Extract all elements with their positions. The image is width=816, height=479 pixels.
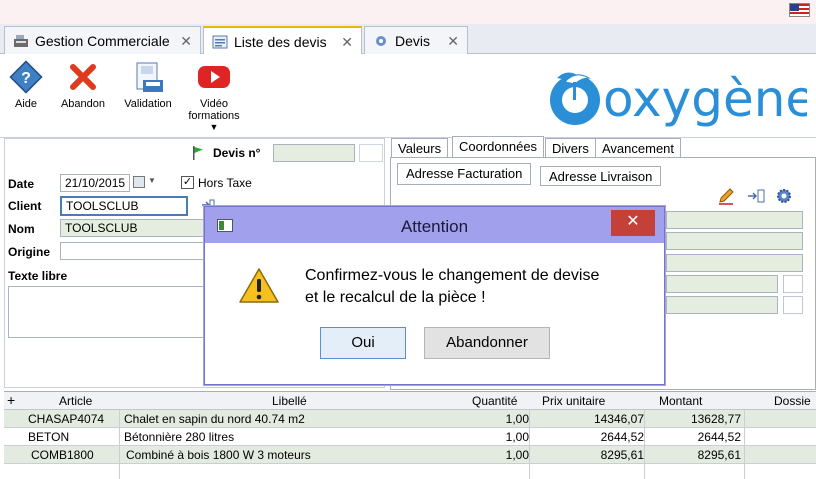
flag-green-icon — [192, 146, 204, 160]
column-dossier[interactable]: Dossie — [774, 394, 811, 408]
list-arrow-icon[interactable] — [747, 189, 765, 203]
gear-document-icon — [373, 34, 389, 48]
origine-field[interactable] — [60, 242, 210, 260]
youtube-play-icon — [197, 60, 231, 94]
oui-button[interactable]: Oui — [320, 327, 406, 359]
tab-label: Liste des devis — [234, 33, 327, 50]
tab-label: Devis — [395, 32, 431, 49]
hors-taxe-label: Hors Taxe — [198, 176, 252, 190]
dialog-title-bar[interactable]: Attention ✕ — [205, 207, 664, 243]
add-row-icon[interactable]: + — [7, 392, 15, 408]
column-montant[interactable]: Montant — [659, 394, 702, 408]
tab-gestion-commerciale[interactable]: Gestion Commerciale ✕ — [4, 26, 201, 54]
validation-button[interactable]: Validation — [122, 60, 174, 110]
devis-number-field[interactable] — [273, 144, 355, 162]
oxygene-logo: oxygène — [545, 64, 816, 134]
origine-label: Origine — [8, 245, 51, 259]
abandonner-button[interactable]: Abandonner — [424, 327, 550, 359]
column-quantite[interactable]: Quantité — [472, 394, 517, 408]
date-label: Date — [8, 177, 35, 191]
client-field[interactable]: TOOLSCLUB — [60, 196, 188, 216]
devis-number-label: Devis n° — [213, 146, 261, 160]
hors-taxe-checkbox[interactable]: ✓ — [181, 176, 194, 189]
save-disk-icon — [131, 60, 165, 94]
cancel-x-icon — [66, 60, 100, 94]
tab-bar: Gestion Commerciale ✕ Liste des devis ✕ … — [0, 24, 816, 55]
grid-header: + Article Libellé Quantité Prix unitaire… — [4, 392, 816, 410]
abandon-button[interactable]: Abandon — [60, 60, 106, 110]
us-flag-icon[interactable] — [789, 3, 810, 17]
warning-icon — [237, 266, 281, 306]
tab-liste-des-devis[interactable]: Liste des devis ✕ — [203, 26, 362, 55]
dialog-message: Confirmez-vous le changement de devise e… — [305, 267, 600, 306]
table-row[interactable]: BETON Bétonnière 280 litres 1,00 2644,52… — [4, 428, 816, 446]
dropdown-arrow-icon[interactable]: ▼ — [148, 176, 156, 185]
column-divider — [644, 410, 645, 479]
column-prix-unitaire[interactable]: Prix unitaire — [542, 394, 605, 408]
texte-libre-label: Texte libre — [8, 269, 68, 283]
pencil-icon[interactable] — [717, 187, 735, 205]
column-article[interactable]: Article — [59, 394, 92, 408]
address-line-2[interactable] — [666, 232, 803, 250]
dropdown-arrow-icon[interactable]: ▼ — [186, 122, 242, 132]
svg-text:oxygène: oxygène — [603, 70, 807, 128]
table-row[interactable]: COMB1800 Combiné à bois 1800 W 3 moteurs… — [4, 446, 816, 464]
devis-extra-field[interactable] — [359, 144, 383, 162]
tab-coordonnees[interactable]: Coordonnées — [452, 136, 545, 158]
table-row[interactable]: CHASAP4074 Chalet en sapin du nord 40.74… — [4, 410, 816, 428]
confirmation-dialog: Attention ✕ Confirmez-vous le changement… — [204, 206, 665, 385]
cash-register-icon — [13, 34, 29, 48]
help-icon: ? — [9, 60, 43, 94]
close-icon[interactable]: ✕ — [180, 33, 192, 50]
column-divider — [744, 410, 745, 479]
column-divider — [119, 410, 120, 479]
dialog-title: Attention — [400, 217, 469, 236]
toolbar: ? Aide Abandon Validation Vidéo formatio… — [0, 54, 816, 138]
tab-label: Gestion Commerciale — [35, 32, 170, 49]
tab-divers[interactable]: Divers — [545, 138, 596, 158]
close-icon[interactable]: ✕ — [341, 34, 353, 51]
client-label: Client — [8, 199, 42, 213]
tab-valeurs[interactable]: Valeurs — [391, 138, 449, 158]
svg-text:?: ? — [21, 70, 31, 87]
close-button[interactable]: ✕ — [611, 210, 655, 236]
texte-libre-field[interactable] — [8, 286, 208, 338]
video-formations-button[interactable]: Vidéo formations ▼ — [186, 60, 242, 132]
calendar-icon[interactable] — [133, 176, 145, 188]
close-icon[interactable]: ✕ — [447, 33, 459, 50]
lookup-icon[interactable] — [783, 275, 803, 293]
aide-button[interactable]: ? Aide — [8, 60, 44, 110]
date-field[interactable]: 21/10/2015 — [60, 174, 130, 192]
address-line-3[interactable] — [666, 254, 803, 272]
tab-adresse-facturation[interactable]: Adresse Facturation — [397, 163, 532, 185]
nom-label: Nom — [8, 222, 35, 236]
lookup-icon[interactable] — [783, 296, 803, 314]
address-line-5[interactable] — [666, 296, 778, 314]
column-libelle[interactable]: Libellé — [272, 394, 307, 408]
tab-adresse-livraison[interactable]: Adresse Livraison — [540, 166, 662, 186]
nom-field[interactable]: TOOLSCLUB — [60, 219, 210, 237]
window-top-strip — [0, 0, 816, 24]
dialog-body: Confirmez-vous le changement de devise e… — [211, 244, 658, 378]
column-divider — [529, 410, 530, 479]
tab-avancement[interactable]: Avancement — [595, 138, 682, 158]
article-grid: + Article Libellé Quantité Prix unitaire… — [4, 391, 816, 479]
list-document-icon — [212, 35, 228, 49]
address-line-1[interactable] — [666, 211, 803, 229]
tab-devis[interactable]: Devis ✕ — [364, 26, 468, 54]
address-line-4[interactable] — [666, 275, 778, 293]
palm-tree-icon — [550, 72, 600, 125]
gear-icon[interactable] — [776, 188, 792, 204]
